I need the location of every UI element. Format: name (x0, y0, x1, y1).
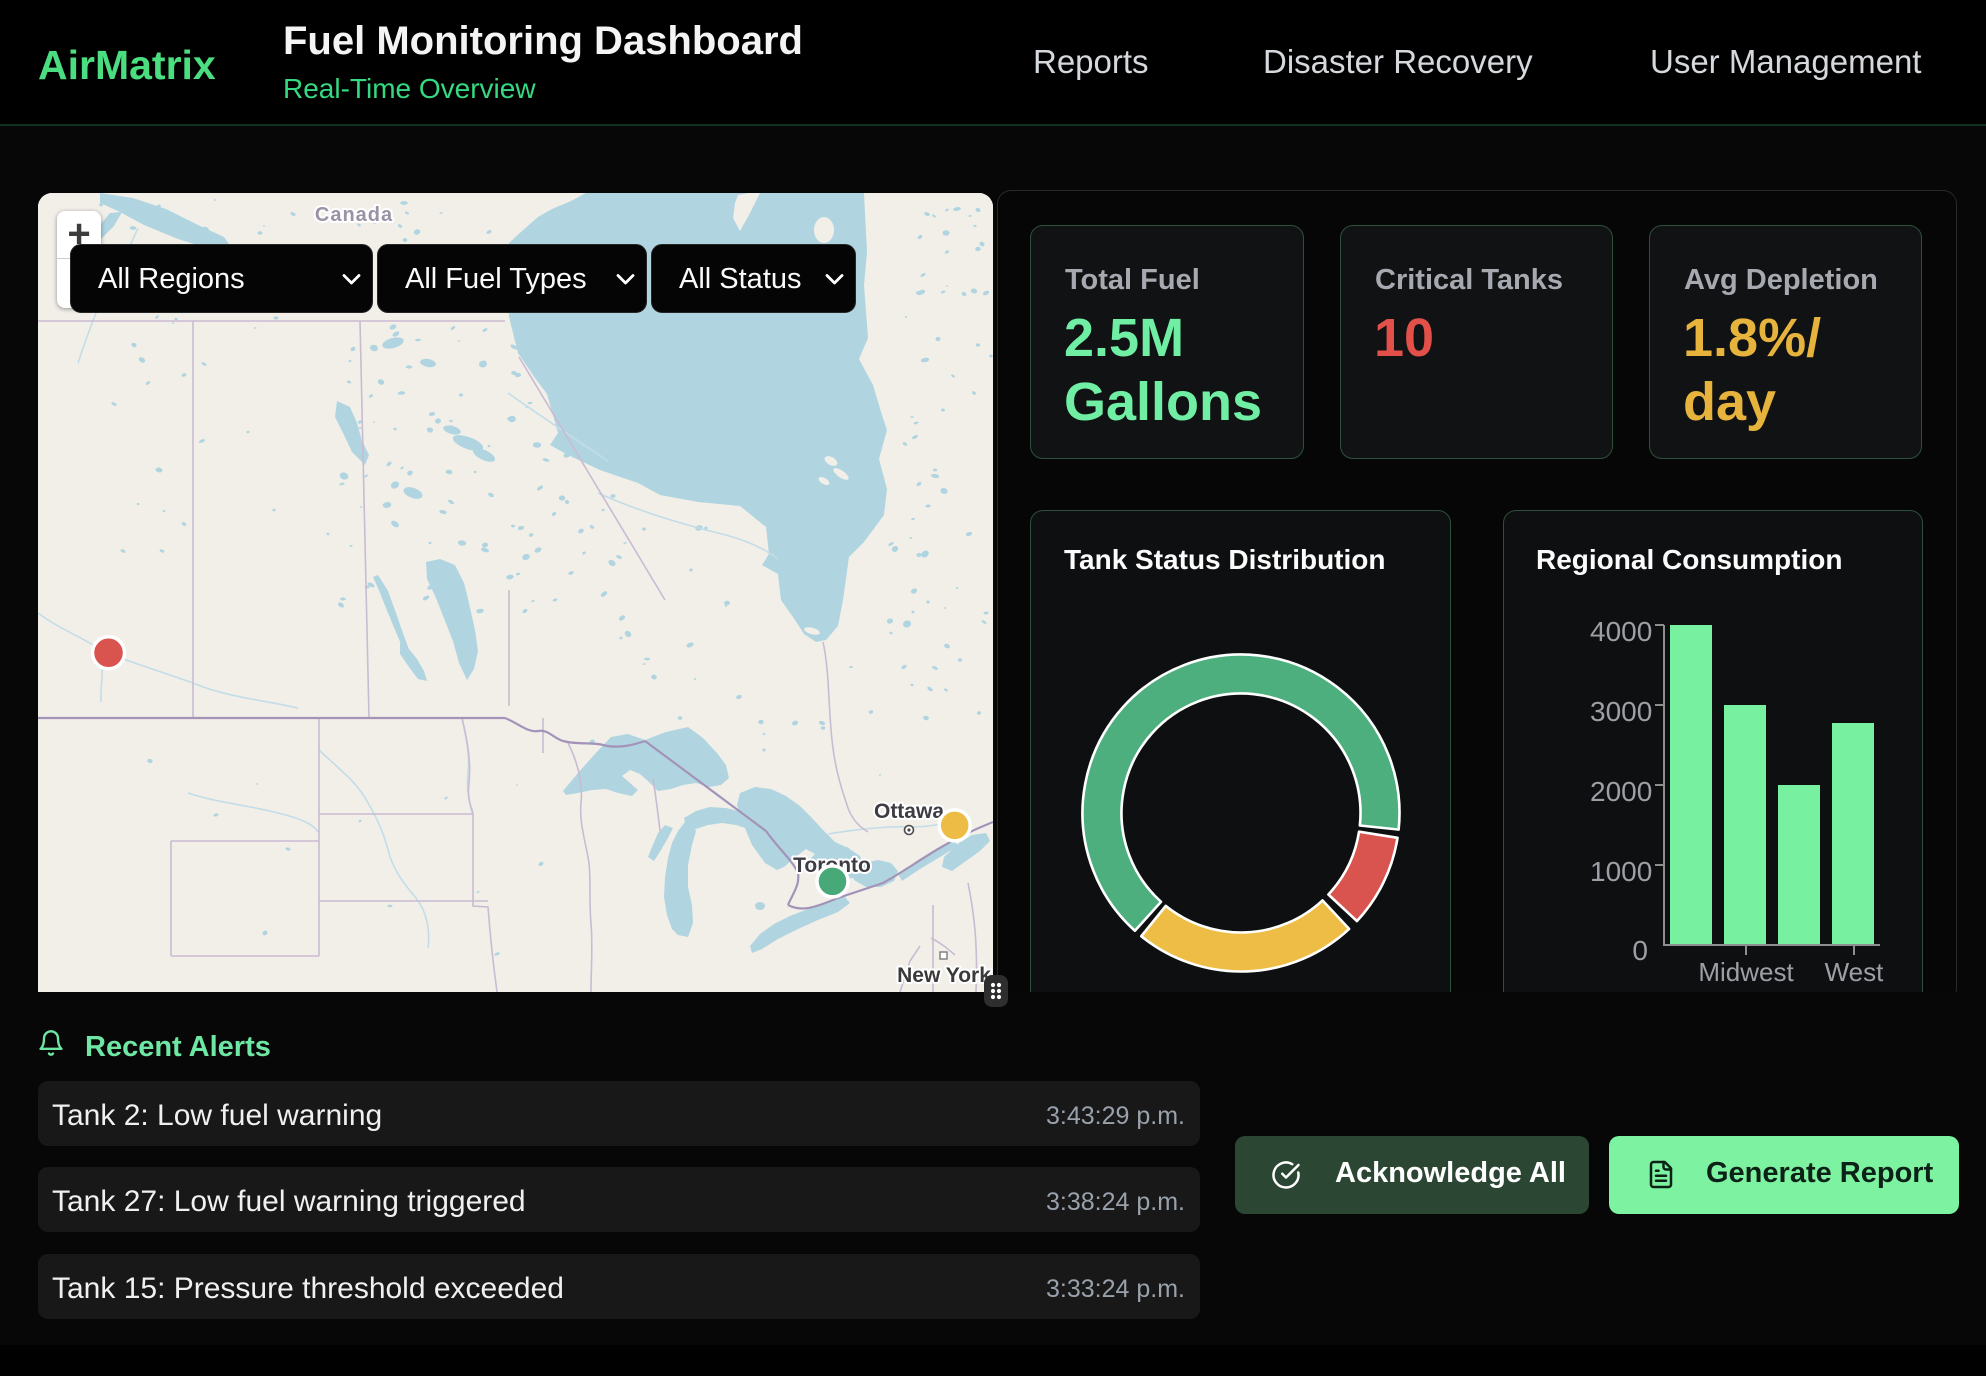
svg-text:New York: New York (897, 964, 991, 987)
svg-text:Ottawa: Ottawa (874, 800, 944, 823)
svg-text:Canada: Canada (315, 204, 393, 226)
